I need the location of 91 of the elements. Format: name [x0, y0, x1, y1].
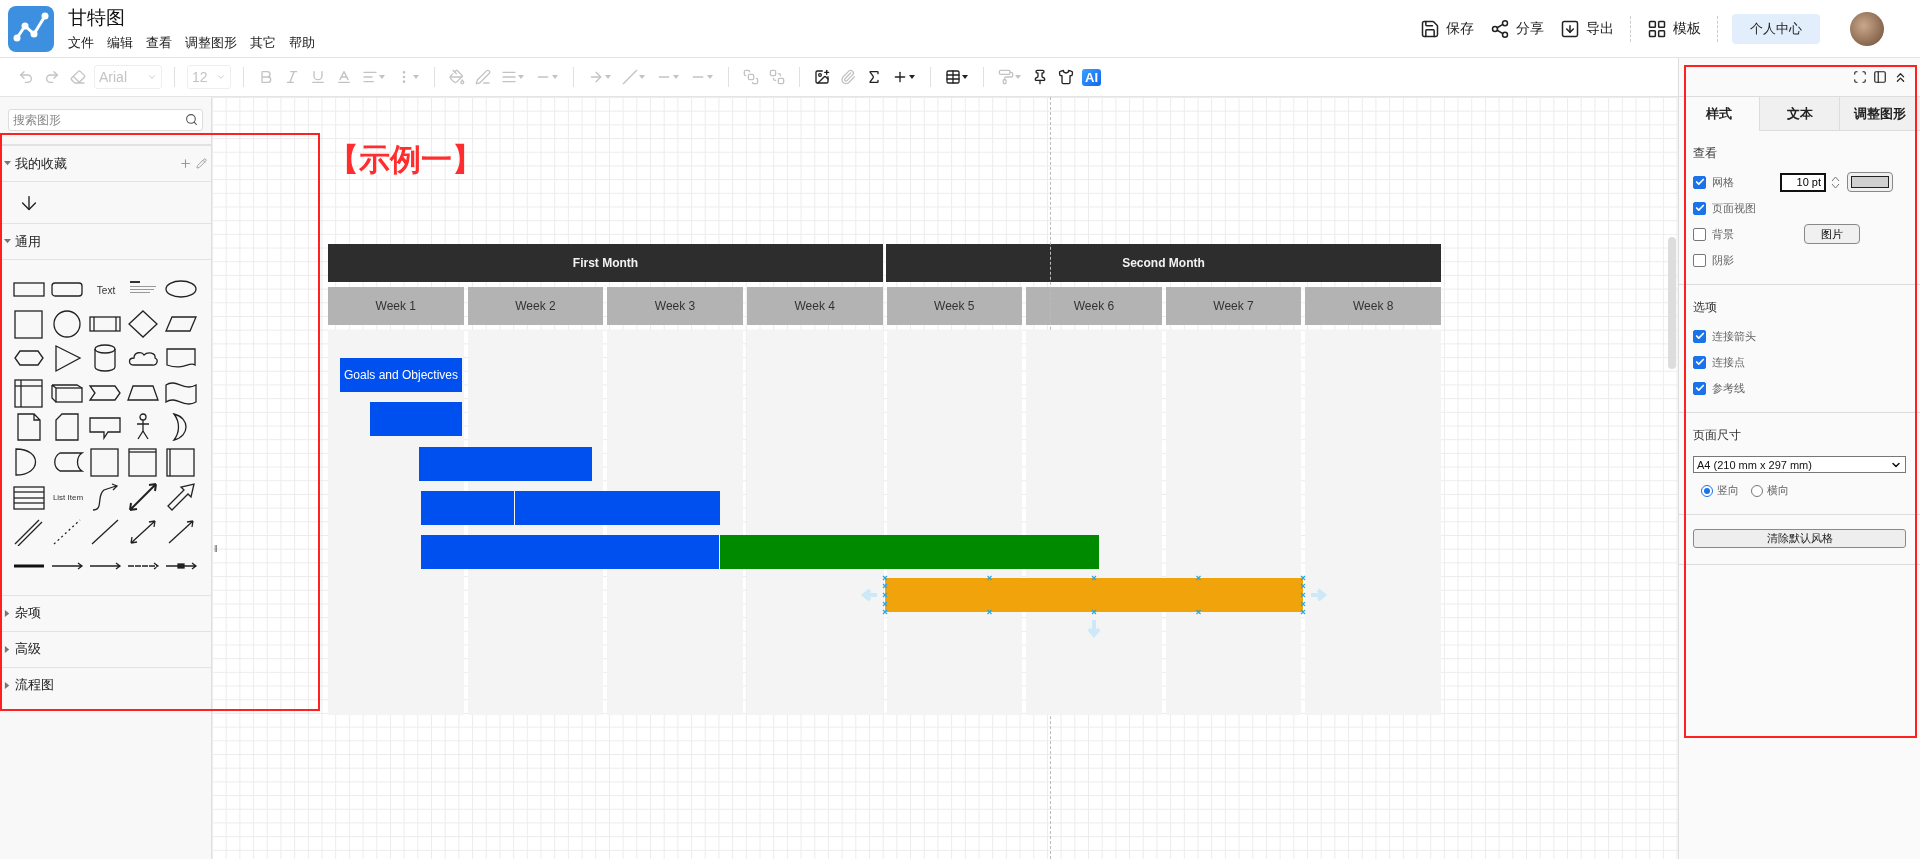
circle-icon[interactable]	[50, 308, 84, 339]
expanded-caret-icon	[4, 238, 11, 245]
share-icon	[1490, 18, 1510, 39]
option-label: 阴影	[1712, 252, 1734, 268]
grid-size-field[interactable]: 10 pt	[1780, 172, 1826, 192]
text-shape[interactable]: List Item	[52, 493, 84, 503]
week-header: Week 2	[467, 287, 604, 325]
menu-item[interactable]: 文件	[68, 34, 94, 52]
template-icon	[1647, 18, 1667, 39]
insert-image-icon[interactable]	[812, 67, 832, 87]
caret-icon	[216, 72, 226, 82]
menu-item[interactable]: 编辑	[107, 34, 133, 52]
collapsed-caret-icon	[4, 645, 11, 653]
menu-item[interactable]: 帮助	[289, 34, 315, 52]
option-label: 页面视图	[1712, 200, 1756, 216]
section-header[interactable]: 通用	[0, 223, 211, 259]
task-bar[interactable]: Goals and Objectives	[340, 358, 462, 392]
option-label: 连接箭头	[1712, 328, 1756, 344]
section-header[interactable]: 流程图	[0, 666, 211, 703]
save-icon	[1420, 18, 1440, 39]
search-field[interactable]: 搜索图形	[8, 109, 203, 131]
menu-item[interactable]: 调整图形	[185, 34, 237, 52]
app-title: 甘特图	[68, 6, 126, 30]
square-icon[interactable]	[88, 446, 122, 477]
week-header: Week 5	[886, 287, 1023, 325]
scrollbar[interactable]	[1668, 237, 1676, 369]
collapsed-caret-icon	[4, 609, 11, 617]
search-icon	[185, 113, 198, 126]
container-icon[interactable]	[126, 446, 160, 477]
export-button[interactable]: 导出	[1552, 14, 1622, 43]
splitter-handle[interactable]: ‖	[214, 544, 218, 554]
week-header: Week 3	[607, 287, 743, 325]
checkbox[interactable]	[1693, 227, 1706, 241]
week-header: Week 7	[1165, 287, 1302, 325]
panel-tab[interactable]: 调整图形	[1839, 97, 1920, 131]
fullscreen-icon[interactable]	[1853, 70, 1867, 84]
frame-icon[interactable]	[164, 446, 198, 477]
checkbox[interactable]	[1693, 175, 1706, 189]
option-label: 背景	[1712, 226, 1735, 242]
section-title: 选项	[1693, 299, 1718, 316]
avatar[interactable]	[1850, 11, 1884, 46]
week-header: Week 6	[1026, 287, 1162, 325]
add-icon[interactable]	[179, 157, 192, 170]
week-header: Week 1	[328, 287, 464, 325]
image-button[interactable]: 图片	[1804, 224, 1860, 244]
panel-tab[interactable]: 文本	[1758, 97, 1840, 131]
diamond-icon[interactable]	[126, 308, 160, 339]
checkbox[interactable]	[1693, 329, 1706, 343]
internal-storage-icon[interactable]	[12, 377, 46, 408]
panel-icon[interactable]	[1873, 70, 1887, 84]
page-size-select[interactable]: A4 (210 mm x 297 mm)	[1693, 456, 1906, 473]
logo-icon	[8, 5, 54, 52]
checkbox[interactable]	[1693, 253, 1706, 267]
account-button[interactable]: 个人中心	[1732, 13, 1820, 44]
checkbox[interactable]	[1693, 355, 1706, 369]
section-title: 页面尺寸	[1693, 427, 1742, 444]
radio-label: 横向	[1767, 483, 1789, 498]
section-header[interactable]: 高级	[0, 630, 211, 667]
option-label: 网格	[1712, 174, 1735, 190]
section-title: 查看	[1693, 145, 1718, 162]
reset-style-button[interactable]: 清除默认风格	[1693, 529, 1906, 548]
ai-button[interactable]: AI	[1082, 68, 1101, 86]
template-button[interactable]: 模板	[1639, 14, 1709, 43]
section-header[interactable]: 我的收藏	[0, 145, 211, 181]
week-header: Week 8	[1305, 287, 1441, 325]
export-icon	[1560, 18, 1580, 39]
menu-item[interactable]: 其它	[250, 34, 276, 52]
checkbox[interactable]	[1693, 201, 1706, 215]
menu-item[interactable]: 查看	[146, 34, 172, 52]
share-button[interactable]: 分享	[1482, 14, 1552, 43]
save-button[interactable]: 保存	[1412, 14, 1482, 43]
double-arrow-icon[interactable]	[126, 481, 160, 512]
week-header: Week 4	[746, 287, 883, 325]
shirt-icon[interactable]	[1056, 67, 1076, 87]
grid-color-swatch[interactable]	[1847, 172, 1893, 192]
square-icon[interactable]	[12, 308, 46, 339]
option-label: 参考线	[1712, 380, 1745, 396]
section-header[interactable]: 杂项	[0, 594, 211, 631]
example-title: 【示例一】	[328, 141, 484, 179]
option-label: 连接点	[1712, 354, 1745, 370]
text-shape[interactable]: Text	[96, 284, 116, 296]
checkbox[interactable]	[1693, 381, 1706, 395]
radio-button[interactable]	[1751, 484, 1763, 497]
table-menu-icon[interactable]	[943, 67, 971, 87]
radio-button[interactable]	[1701, 484, 1713, 497]
radio-label: 竖向	[1717, 483, 1739, 498]
month-header: First Month	[328, 244, 883, 282]
expanded-caret-icon	[4, 160, 11, 167]
month-header: Second Month	[886, 244, 1441, 282]
caret-icon	[147, 72, 157, 82]
collapsed-caret-icon	[4, 681, 11, 689]
